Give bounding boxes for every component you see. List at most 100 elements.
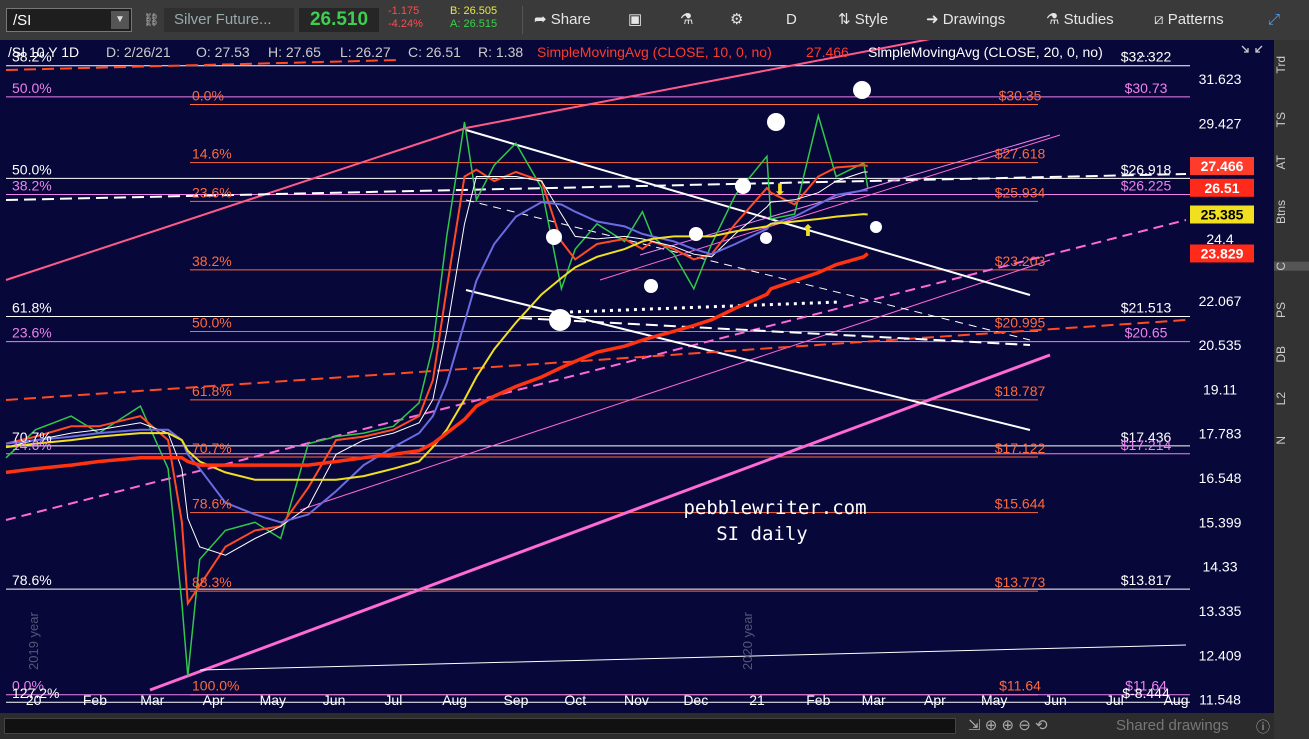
crosshair-icon: ⊕ xyxy=(984,717,998,734)
drawings-label: Drawings xyxy=(942,11,1006,28)
price-tick-6: 17.783 xyxy=(1199,426,1242,442)
last-price: 26.510 xyxy=(299,8,379,32)
x-tick-7: Aug xyxy=(442,692,467,708)
watermark-line2: SI daily xyxy=(716,523,808,545)
header-date: D: 2/26/21 xyxy=(106,44,171,60)
panel-tab-btns[interactable]: Btns xyxy=(1274,200,1309,224)
chevron-down-icon[interactable]: ▼ xyxy=(111,11,129,29)
style-button[interactable]: ⇅ Style xyxy=(838,8,888,32)
panel-tab-at[interactable]: AT xyxy=(1274,155,1309,169)
series-line-5 xyxy=(5,252,869,475)
zoom-controls[interactable]: ⇲ ⊕ ⊕ ⊖ ⟲ xyxy=(968,716,1048,734)
ask-value: A: 26.515 xyxy=(450,18,498,30)
x-tick-15: Apr xyxy=(924,692,946,708)
value-box-label-2: 25.385 xyxy=(1201,207,1244,223)
link-icon[interactable]: ⛓ xyxy=(143,8,160,32)
flask-icon[interactable]: ⚗ xyxy=(680,8,693,32)
fib-left-pct-1: 50.0% xyxy=(12,80,52,96)
marker-7 xyxy=(546,229,562,245)
x-tick-5: Jun xyxy=(323,692,346,708)
header-close: C: 26.51 xyxy=(408,44,461,60)
x-tick-9: Oct xyxy=(564,692,586,708)
fib-mid-pct-6: 70.7% xyxy=(192,440,232,456)
header-symbol: /SI 10 Y 1D xyxy=(8,44,79,60)
fib-price-label-8: $21.513 xyxy=(1121,299,1172,315)
zoom-icon: ⇲ xyxy=(968,717,981,734)
patterns-button[interactable]: ⧄ Patterns xyxy=(1154,8,1224,32)
fib-mid-pct-7: 78.6% xyxy=(192,496,232,512)
x-tick-14: Mar xyxy=(862,692,886,708)
value-box-label-1: 26.51 xyxy=(1204,180,1239,196)
reset-icon: ⟲ xyxy=(1035,717,1048,734)
price-change: -1.175 -4.24% xyxy=(388,5,423,31)
price-chart[interactable]: ⬇⬆ $32.322$30.35 $30.73$27.618$26.918$26.… xyxy=(0,0,1274,713)
header-low: L: 26.27 xyxy=(340,44,391,60)
value-box-label-0: 27.466 xyxy=(1201,158,1244,174)
fib-price-label-14: $17.122 xyxy=(995,440,1046,456)
share-label: Share xyxy=(550,11,591,28)
arrow-down-icon: ⬇ xyxy=(773,182,786,199)
x-tick-17: Jun xyxy=(1044,692,1067,708)
right-panel: Trd TS AT Btns C PS DB L2 N xyxy=(1274,40,1309,739)
marker-2 xyxy=(735,178,751,194)
fib-left-pct-2: 50.0% xyxy=(12,161,52,177)
panel-tab-trd[interactable]: Trd xyxy=(1274,56,1309,74)
fib-price-label-1: $30.35 xyxy=(999,87,1042,103)
panel-tab-ps[interactable]: PS xyxy=(1274,302,1309,318)
fib-mid-pct-2: 23.6% xyxy=(192,184,232,200)
patterns-label: Patterns xyxy=(1167,11,1224,28)
panel-tab-l2[interactable]: L2 xyxy=(1274,392,1309,405)
shared-drawings[interactable]: Shared drawings xyxy=(1116,717,1229,734)
bid-value: B: 26.505 xyxy=(450,5,498,17)
panel-tab-c[interactable]: C xyxy=(1274,262,1309,271)
marker-4 xyxy=(760,232,772,244)
fib-mid-pct-1: 14.6% xyxy=(192,146,232,162)
studies-button[interactable]: ⚗ Studies xyxy=(1046,8,1114,32)
fib-mid-pct-3: 38.2% xyxy=(192,253,232,269)
chart-settings-icon[interactable]: ▣ xyxy=(628,8,642,32)
price-tick-12: 11.548 xyxy=(1199,692,1241,708)
gear-icon[interactable]: ⚙ xyxy=(730,8,743,32)
panel-tab-n[interactable]: N xyxy=(1274,436,1309,445)
bid-ask: B: 26.505 A: 26.515 xyxy=(450,5,497,31)
value-box-label-3: 23.829 xyxy=(1201,245,1244,261)
drawings-button[interactable]: ➜ Drawings xyxy=(926,8,1005,32)
change-pct: -4.24% xyxy=(388,18,423,30)
sma10-label: SimpleMovingAvg (CLOSE, 10, 0, no) xyxy=(537,44,772,60)
x-tick-3: Apr xyxy=(203,692,225,708)
fib-mid-pct-8: 88.3% xyxy=(192,574,232,590)
fib-mid-pct-0: 0.0% xyxy=(192,87,224,103)
fib-price-label-17: $13.817 xyxy=(1121,572,1172,588)
price-tick-8: 15.399 xyxy=(1199,514,1242,530)
fib-price-label-2: $30.73 xyxy=(1125,80,1168,96)
studies-icon: ⚗ xyxy=(1046,11,1064,28)
trend-lines xyxy=(5,0,1187,692)
fib-mid-pct-4: 50.0% xyxy=(192,314,232,330)
chart-area[interactable]: ⬇ ⬆ $32.322 $30.35 $30.73 $27.618 $26.918 $26.… xyxy=(0,0,1274,713)
trend-line-4 xyxy=(299,259,1051,511)
x-tick-18: Jul xyxy=(1106,692,1124,708)
info-icon[interactable]: ⓘ xyxy=(1256,717,1270,737)
period-button[interactable]: D xyxy=(786,8,797,32)
change-value: -1.175 xyxy=(388,5,420,17)
fib-mid-pct-5: 61.8% xyxy=(192,383,232,399)
x-tick-4: May xyxy=(260,692,286,708)
zoom-in-icon: ⊕ xyxy=(1001,717,1015,734)
symbol-input[interactable]: /SI ▼ xyxy=(6,8,132,32)
panel-tab-db[interactable]: DB xyxy=(1274,346,1309,363)
marker-3 xyxy=(689,227,703,241)
expand-icon[interactable]: ⤢ xyxy=(1268,8,1280,32)
trend-line-13 xyxy=(569,300,841,314)
panel-tab-ts[interactable]: TS xyxy=(1274,112,1309,127)
share-button[interactable]: ➦ Share xyxy=(534,8,591,32)
horizontal-scrollbar[interactable] xyxy=(4,718,956,734)
fib-left-pct-4: 61.8% xyxy=(12,299,52,315)
fib-left-pct-3: 38.2% xyxy=(12,177,52,193)
instrument-name: Silver Future... xyxy=(164,8,294,32)
series-lines xyxy=(5,112,869,677)
marker-0 xyxy=(853,81,871,99)
patterns-icon: ⧄ xyxy=(1154,11,1168,28)
fib-price-label-6: $25.934 xyxy=(995,184,1046,200)
zoom-out-icon: ⊖ xyxy=(1018,717,1031,734)
fib-price-label-11: $18.787 xyxy=(995,383,1046,399)
